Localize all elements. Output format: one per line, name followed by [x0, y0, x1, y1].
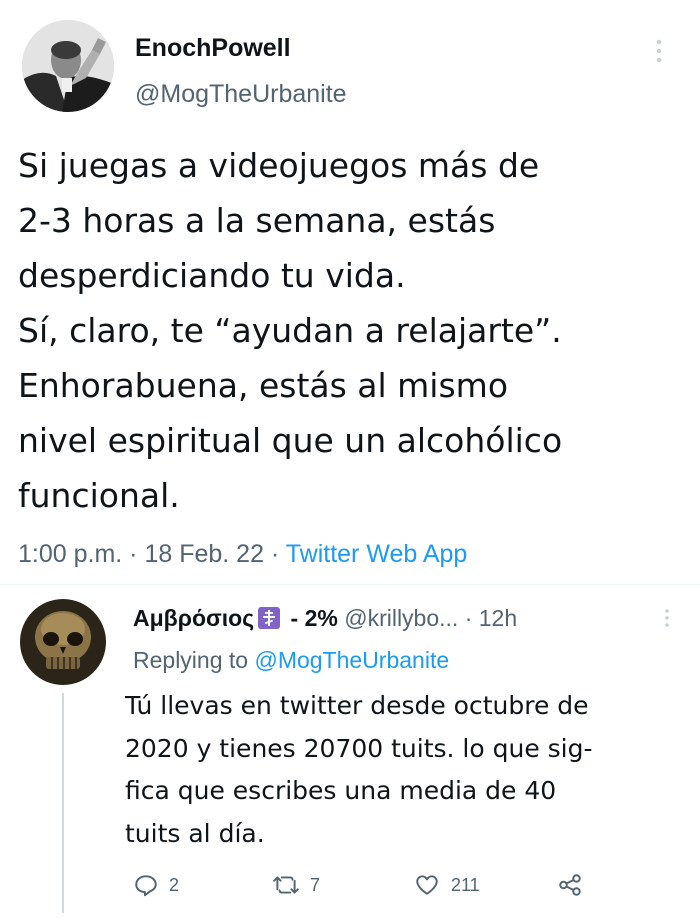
- replying-to-mention[interactable]: @MogTheUrbanite: [254, 647, 449, 673]
- tweet-text-line: Enhorabuena, estás al mismo: [18, 366, 509, 405]
- tweet-text-line: Si juegas a videojuegos más de: [18, 146, 540, 185]
- skull-avatar-icon: [20, 599, 106, 685]
- tweet-source-link[interactable]: Twitter Web App: [286, 540, 468, 568]
- reply-tweet[interactable]: Αμβρόσιος - 2% @krillybo... · 12h Replyi…: [0, 585, 700, 918]
- reply-name-suffix: - 2%: [284, 605, 338, 631]
- share-icon: [559, 874, 581, 896]
- reply-time-separator: ·: [458, 605, 479, 631]
- reply-text-line: tuits al día.: [125, 818, 265, 848]
- orthodox-cross-icon: [258, 607, 281, 629]
- meta-separator: ·: [122, 540, 145, 568]
- like-button[interactable]: 211: [413, 867, 480, 903]
- tweet-text-line: 2-3 horas a la semana, estás: [18, 201, 496, 240]
- reply-icon: [135, 875, 157, 897]
- tweet-text-line: Sí, claro, te “ayudan a relajarte”.: [18, 311, 562, 350]
- author-display-name[interactable]: EnochPowell: [135, 34, 291, 63]
- reply-header: Αμβρόσιος - 2% @krillybo... · 12h: [133, 605, 517, 632]
- replying-to: Replying to @MogTheUrbanite: [133, 647, 449, 674]
- portrait-photo-icon: [22, 20, 114, 112]
- retweet-count: 7: [310, 874, 321, 895]
- retweet-icon: [273, 876, 299, 894]
- reply-count: 2: [169, 874, 180, 895]
- reply-action-bar: 2 7 211: [0, 867, 700, 903]
- main-tweet: EnochPowell @MogTheUrbanite Si juegas a …: [0, 0, 700, 580]
- reply-handle[interactable]: @krillybo...: [338, 605, 458, 631]
- tweet-text-line: nivel espiritual que un alcohólico: [18, 421, 563, 460]
- reply-display-name[interactable]: Αμβρόσιος: [133, 605, 254, 631]
- reply-more-options-icon[interactable]: [662, 607, 672, 629]
- reply-time[interactable]: 12h: [479, 605, 517, 631]
- reply-avatar[interactable]: [20, 599, 106, 685]
- reply-text-line: 2020 y tienes 20700 tuits. lo que sig-: [125, 733, 593, 763]
- reply-text-line: fica que escribes una media de 40: [125, 776, 557, 805]
- author-handle[interactable]: @MogTheUrbanite: [135, 80, 347, 109]
- reply-text-line: Tú llevas en twitter desde octubre de: [125, 691, 589, 720]
- reply-button[interactable]: 2: [133, 867, 179, 903]
- tweet-text: Si juegas a videojuegos más de 2-3 horas…: [18, 138, 688, 523]
- reply-text: Tú llevas en twitter desde octubre de 20…: [125, 685, 695, 855]
- meta-separator: ·: [263, 540, 286, 568]
- share-button[interactable]: [556, 867, 594, 903]
- retweet-button[interactable]: 7: [272, 867, 320, 903]
- heart-icon: [416, 875, 438, 895]
- replying-to-prefix: Replying to: [133, 647, 255, 673]
- tweet-metadata: 1:00 p.m. · 18 Feb. 22 · Twitter Web App: [18, 540, 467, 569]
- tweet-text-line: desperdiciando tu vida.: [18, 256, 406, 295]
- like-count: 211: [451, 874, 480, 895]
- tweet-date[interactable]: 18 Feb. 22: [144, 540, 264, 568]
- tweet-text-line: funcional.: [18, 476, 180, 515]
- more-options-icon[interactable]: [652, 38, 666, 64]
- tweet-time[interactable]: 1:00 p.m.: [18, 540, 122, 568]
- author-avatar[interactable]: [22, 20, 114, 112]
